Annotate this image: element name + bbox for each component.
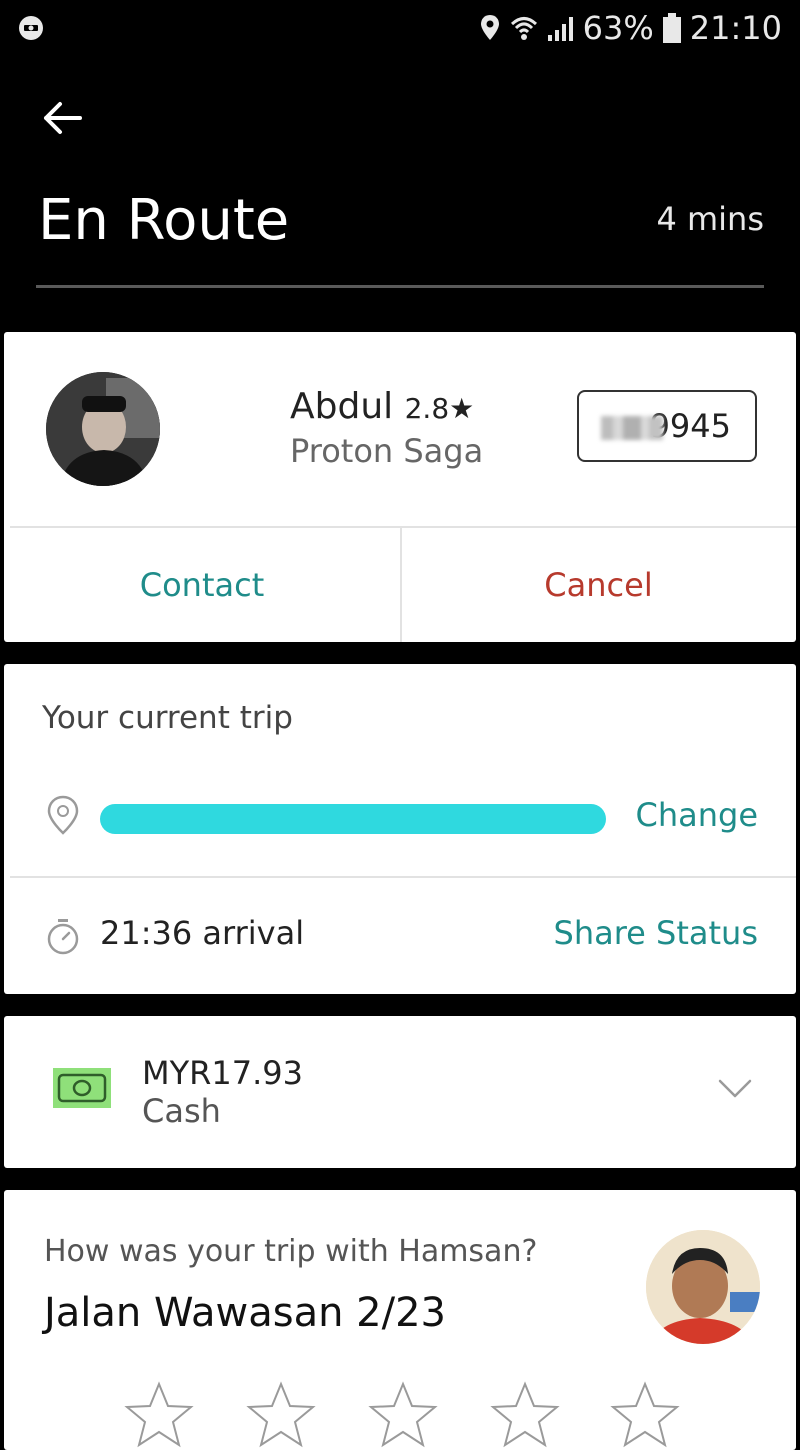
payment-method: Cash	[142, 1092, 221, 1130]
trip-divider	[10, 876, 796, 878]
driver-car: Proton Saga	[290, 432, 484, 470]
cancel-button[interactable]: Cancel	[401, 527, 796, 642]
rating-question: How was your trip with Hamsan?	[44, 1234, 538, 1269]
change-destination-link[interactable]: Change	[635, 796, 758, 834]
driver-rating: 2.8★	[404, 392, 475, 425]
driver-card: Abdul 2.8★ Proton Saga 9945 Contact Canc…	[4, 332, 796, 642]
location-icon	[480, 15, 499, 40]
license-plate: 9945	[577, 390, 757, 462]
driver-avatar[interactable]	[46, 372, 160, 486]
rating-star-1[interactable]	[124, 1380, 194, 1450]
driver-photo	[46, 372, 160, 486]
contact-button[interactable]: Contact	[4, 527, 400, 642]
plate-redaction	[601, 416, 663, 440]
trip-card: Your current trip Change 21:36 arrival S…	[4, 664, 796, 994]
page-title: En Route	[38, 188, 290, 253]
battery-icon	[662, 13, 681, 43]
header-divider	[36, 285, 764, 288]
battery-percent: 63%	[582, 9, 654, 47]
destination-address-redacted	[100, 804, 606, 834]
arrival-time: 21:36 arrival	[100, 914, 305, 952]
eta-label: 4 mins	[656, 200, 764, 238]
fare-amount: MYR17.93	[142, 1054, 303, 1092]
stopwatch-icon	[47, 919, 79, 955]
rating-star-5[interactable]	[610, 1380, 680, 1450]
clock: 21:10	[689, 9, 782, 47]
back-arrow-icon[interactable]	[40, 96, 84, 140]
trip-heading: Your current trip	[42, 700, 293, 736]
status-bar: 63% 21:10	[0, 0, 800, 60]
wifi-icon	[510, 17, 537, 40]
rating-star-3[interactable]	[368, 1380, 438, 1450]
driver-name: Abdul	[290, 386, 394, 427]
rating-star-2[interactable]	[246, 1380, 316, 1450]
rating-card: How was your trip with Hamsan? Jalan Waw…	[4, 1190, 796, 1450]
previous-trip-place: Jalan Wawasan 2/23	[44, 1290, 446, 1336]
cash-icon	[53, 1068, 111, 1108]
notification-icon	[19, 16, 43, 40]
signal-icon	[547, 17, 573, 41]
driver-name-row: Abdul 2.8★	[290, 386, 474, 427]
destination-pin-icon	[47, 795, 79, 835]
chevron-down-icon[interactable]	[718, 1078, 752, 1100]
previous-driver-photo	[646, 1230, 760, 1344]
rating-star-4[interactable]	[490, 1380, 560, 1450]
previous-driver-avatar	[646, 1230, 760, 1344]
share-status-link[interactable]: Share Status	[554, 914, 758, 952]
payment-card[interactable]: MYR17.93 Cash	[4, 1016, 796, 1168]
